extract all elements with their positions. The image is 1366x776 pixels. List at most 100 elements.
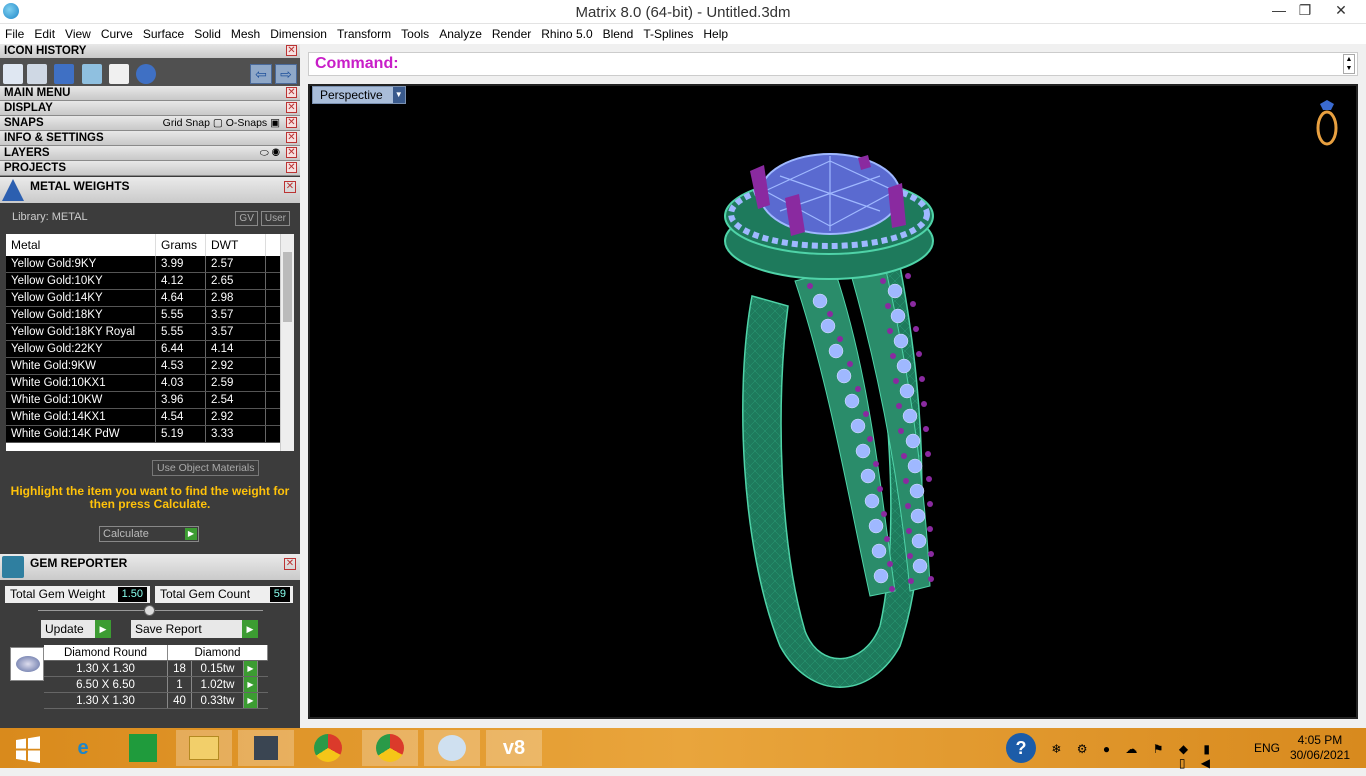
- select-gem-icon[interactable]: ▶: [244, 677, 258, 692]
- gem-row[interactable]: 6.50 X 6.50 1 1.02tw ▶: [44, 677, 268, 693]
- close-icon[interactable]: ✕: [284, 558, 296, 570]
- close-icon[interactable]: ✕: [286, 87, 297, 98]
- gv-toggle[interactable]: GV: [235, 211, 258, 226]
- clock[interactable]: 4:05 PM 30/06/2021: [1290, 733, 1350, 763]
- table-row[interactable]: Yellow Gold:18KY Royal 5.55 3.57: [6, 324, 294, 341]
- save-icon[interactable]: [3, 64, 23, 84]
- table-row[interactable]: Yellow Gold:18KY 5.55 3.57: [6, 307, 294, 324]
- o-snaps-label[interactable]: O-Snaps: [226, 117, 267, 129]
- menu-tools[interactable]: Tools: [396, 24, 434, 44]
- start-button[interactable]: [0, 730, 56, 766]
- close-icon[interactable]: ✕: [286, 162, 297, 173]
- display-header[interactable]: DISPLAY ✕: [0, 101, 300, 116]
- gem-reporter-title: GEM REPORTER: [30, 556, 128, 570]
- menu-solid[interactable]: Solid: [189, 24, 226, 44]
- menu-render[interactable]: Render: [487, 24, 536, 44]
- command-bar[interactable]: Command: ▲ ▼: [308, 52, 1358, 76]
- grid-snap-label[interactable]: Grid Snap: [163, 117, 210, 129]
- menu-tsplines[interactable]: T-Splines: [638, 24, 698, 44]
- close-icon[interactable]: ✕: [286, 117, 297, 128]
- menu-analyze[interactable]: Analyze: [434, 24, 487, 44]
- matrix-taskbar-icon[interactable]: [238, 730, 294, 766]
- table-row[interactable]: White Gold:14K PdW 5.19 3.33: [6, 426, 294, 443]
- snaps-header[interactable]: SNAPS Grid Snap ▢ O-Snaps ▣ ✕: [0, 116, 300, 131]
- main-menu-header[interactable]: MAIN MENU ✕: [0, 86, 300, 101]
- menu-file[interactable]: File: [0, 24, 29, 44]
- gem-row[interactable]: 1.30 X 1.30 18 0.15tw ▶: [44, 661, 268, 677]
- store-icon[interactable]: [115, 730, 171, 766]
- metal-table-scrollbar[interactable]: [280, 234, 294, 451]
- table-row[interactable]: Yellow Gold:10KY 4.12 2.65: [6, 273, 294, 290]
- layout-icon[interactable]: [82, 64, 102, 84]
- menu-blend[interactable]: Blend: [598, 24, 639, 44]
- menu-surface[interactable]: Surface: [138, 24, 189, 44]
- column-grams[interactable]: Grams: [156, 234, 206, 256]
- layers-header[interactable]: LAYERS ⬭ ◉ ✕: [0, 146, 300, 161]
- select-gem-icon[interactable]: ▶: [244, 661, 258, 676]
- column-dwt[interactable]: DWT: [206, 234, 266, 256]
- layer-toggles[interactable]: ⬭ ◉: [260, 146, 280, 160]
- chrome-icon-2[interactable]: [362, 730, 418, 766]
- view-ring-icon[interactable]: [1316, 96, 1338, 146]
- gem-icon[interactable]: [54, 64, 74, 84]
- forward-icon[interactable]: ⇨: [275, 64, 297, 84]
- table-row[interactable]: White Gold:10KX1 4.03 2.59: [6, 375, 294, 392]
- column-metal[interactable]: Metal: [6, 234, 156, 256]
- language-indicator[interactable]: ENG: [1254, 741, 1280, 755]
- menu-mesh[interactable]: Mesh: [226, 24, 265, 44]
- gem-count-cell: 18: [168, 661, 192, 676]
- dwt-cell: 2.98: [206, 290, 266, 306]
- user-toggle[interactable]: User: [260, 211, 290, 226]
- gem-count-cell: 40: [168, 693, 192, 708]
- icon-history-header[interactable]: ICON HISTORY ✕: [0, 44, 300, 59]
- paint-icon[interactable]: [424, 730, 480, 766]
- close-icon[interactable]: ✕: [286, 132, 297, 143]
- use-object-materials-checkbox[interactable]: Use Object Materials: [152, 460, 260, 476]
- save-report-button[interactable]: Save Report ▶: [131, 620, 258, 638]
- record-icon[interactable]: [136, 64, 156, 84]
- internet-explorer-icon[interactable]: e: [55, 730, 111, 766]
- back-icon[interactable]: ⇦: [250, 64, 272, 84]
- vectorworks-icon[interactable]: v8: [486, 730, 542, 766]
- close-icon[interactable]: ✕: [286, 102, 297, 113]
- grams-cell: 5.55: [156, 324, 206, 340]
- table-row[interactable]: Yellow Gold:9KY 3.99 2.57: [6, 256, 294, 273]
- table-row[interactable]: White Gold:14KX1 4.54 2.92: [6, 409, 294, 426]
- table-row[interactable]: White Gold:9KW 4.53 2.92: [6, 358, 294, 375]
- menu-transform[interactable]: Transform: [332, 24, 396, 44]
- file-explorer-icon[interactable]: [176, 730, 232, 766]
- scroll-thumb[interactable]: [283, 252, 292, 322]
- menu-help[interactable]: Help: [698, 24, 733, 44]
- calculate-button[interactable]: Calculate ▶: [99, 526, 199, 542]
- gem-table: Diamond Round Diamond 1.30 X 1.30 18 0.15t…: [44, 645, 268, 709]
- menu-view[interactable]: View: [60, 24, 96, 44]
- menu-rhino5[interactable]: Rhino 5.0: [536, 24, 597, 44]
- metal-weights-panel: METAL WEIGHTS ✕ Library: METAL GV User Me…: [0, 177, 300, 554]
- command-spinner[interactable]: ▲ ▼: [1343, 54, 1355, 74]
- grid-icon[interactable]: [27, 64, 47, 84]
- update-button[interactable]: Update ▶: [41, 620, 111, 638]
- help-icon[interactable]: ?: [1006, 733, 1036, 763]
- metal-name-cell: White Gold:14KX1: [6, 409, 156, 425]
- maximize-button[interactable]: ❐: [1290, 0, 1320, 22]
- table-row[interactable]: Yellow Gold:14KY 4.64 2.98: [6, 290, 294, 307]
- chrome-icon[interactable]: [300, 730, 356, 766]
- gem-slider[interactable]: [38, 605, 263, 616]
- close-icon[interactable]: ✕: [286, 147, 297, 158]
- gem-row[interactable]: 1.30 X 1.30 40 0.33tw ▶: [44, 693, 268, 709]
- menu-edit[interactable]: Edit: [29, 24, 60, 44]
- tray-icons[interactable]: ❄ ⚙ ● ☁ ⚑ ◆ ▮ ▯ ◀: [1041, 742, 1216, 770]
- projects-header[interactable]: PROJECTS ✕: [0, 161, 300, 176]
- slider-knob[interactable]: [144, 605, 155, 616]
- menu-dimension[interactable]: Dimension: [265, 24, 332, 44]
- table-row[interactable]: Yellow Gold:22KY 6.44 4.14: [6, 341, 294, 358]
- table-row[interactable]: White Gold:10KW 3.96 2.54: [6, 392, 294, 409]
- close-icon[interactable]: ✕: [286, 45, 297, 56]
- close-icon[interactable]: ✕: [284, 181, 296, 193]
- select-gem-icon[interactable]: ▶: [244, 693, 258, 708]
- menu-curve[interactable]: Curve: [96, 24, 138, 44]
- document-icon[interactable]: [109, 64, 129, 84]
- info-settings-header[interactable]: INFO & SETTINGS ✕: [0, 131, 300, 146]
- perspective-viewport[interactable]: Perspective ▼: [308, 84, 1358, 719]
- close-button[interactable]: ✕: [1318, 0, 1364, 22]
